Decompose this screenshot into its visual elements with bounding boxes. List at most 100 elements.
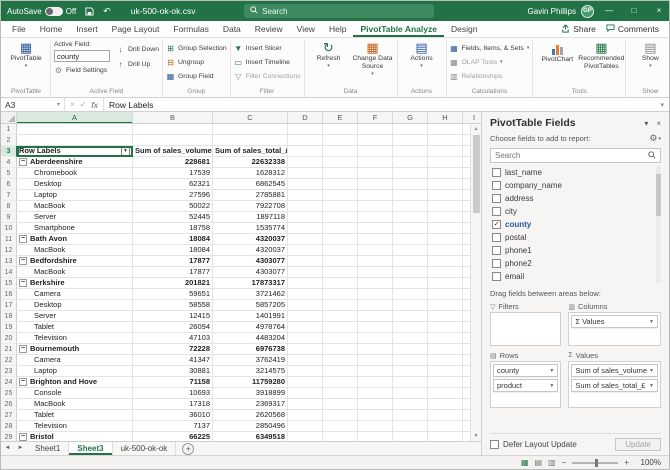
cell-g17[interactable] [393, 300, 428, 311]
cell-e13[interactable] [323, 256, 358, 267]
cell-h7[interactable] [428, 190, 463, 201]
cell-e21[interactable] [323, 344, 358, 355]
cell-f8[interactable] [358, 201, 393, 212]
cell-a4[interactable]: −Aberdeenshire [17, 157, 133, 168]
field-checkbox-city[interactable] [492, 207, 501, 216]
close-button[interactable]: × [649, 1, 669, 21]
cell-h8[interactable] [428, 201, 463, 212]
cell-g5[interactable] [393, 168, 428, 179]
cell-h6[interactable] [428, 179, 463, 190]
cell-f17[interactable] [358, 300, 393, 311]
field-checkbox-last-name[interactable] [492, 168, 501, 177]
ribbon-tab-home[interactable]: Home [33, 21, 70, 37]
cell-b17[interactable]: 58558 [133, 300, 213, 311]
row-labels-filter-icon[interactable]: ▼ [121, 147, 130, 156]
cell-a6[interactable]: Desktop [17, 179, 133, 190]
cell-h20[interactable] [428, 333, 463, 344]
change-data-source-button[interactable]: ▦ Change Data Source ▾ [352, 40, 394, 77]
cell-c4[interactable]: 22632338 [213, 157, 288, 168]
column-header-c[interactable]: C [213, 112, 288, 123]
cell-h28[interactable] [428, 421, 463, 432]
row-number-20[interactable]: 20 [1, 333, 17, 344]
column-header-f[interactable]: F [358, 112, 393, 123]
cell-g11[interactable] [393, 234, 428, 245]
column-header-e[interactable]: E [323, 112, 358, 123]
cell-d6[interactable] [288, 179, 323, 190]
cell-e25[interactable] [323, 388, 358, 399]
row-chip-product[interactable]: product▼ [493, 379, 558, 392]
cell-g25[interactable] [393, 388, 428, 399]
cell-f10[interactable] [358, 223, 393, 234]
cell-c15[interactable]: 17873317 [213, 278, 288, 289]
cell-g14[interactable] [393, 267, 428, 278]
cell-e19[interactable] [323, 322, 358, 333]
cell-f21[interactable] [358, 344, 393, 355]
cell-b27[interactable]: 36010 [133, 410, 213, 421]
collapse-icon[interactable]: − [19, 158, 27, 166]
cell-d17[interactable] [288, 300, 323, 311]
cell-d21[interactable] [288, 344, 323, 355]
cell-b3[interactable]: Sum of sales_volume [133, 146, 213, 157]
cell-a3[interactable]: Row Labels▼ [17, 146, 133, 157]
cell-c12[interactable]: 4320037 [213, 245, 288, 256]
row-number-3[interactable]: 3 [1, 146, 17, 157]
cancel-icon[interactable]: × [70, 100, 75, 109]
collapse-icon[interactable]: − [19, 257, 27, 265]
cell-g27[interactable] [393, 410, 428, 421]
cell-b26[interactable]: 17318 [133, 399, 213, 410]
field-item-address[interactable]: address [490, 192, 661, 205]
cell-b21[interactable]: 72228 [133, 344, 213, 355]
cell-g23[interactable] [393, 366, 428, 377]
value-chip-sum-of-sales-total[interactable]: Sum of sales_total_£▼ [571, 379, 658, 392]
name-box[interactable]: A3▾ [1, 98, 65, 111]
cell-f15[interactable] [358, 278, 393, 289]
cell-c5[interactable]: 1628312 [213, 168, 288, 179]
cell-d19[interactable] [288, 322, 323, 333]
row-number-25[interactable]: 25 [1, 388, 17, 399]
cell-a26[interactable]: MacBook [17, 399, 133, 410]
cell-d27[interactable] [288, 410, 323, 421]
cell-a22[interactable]: Camera [17, 355, 133, 366]
scroll-down-icon[interactable]: ▼ [474, 431, 479, 441]
insert-slicer-button[interactable]: ▼Insert Slicer [234, 42, 301, 54]
collapse-icon[interactable]: − [19, 433, 27, 441]
cell-f18[interactable] [358, 311, 393, 322]
row-number-14[interactable]: 14 [1, 267, 17, 278]
row-number-26[interactable]: 26 [1, 399, 17, 410]
cell-e29[interactable] [323, 432, 358, 441]
row-number-24[interactable]: 24 [1, 377, 17, 388]
cell-h14[interactable] [428, 267, 463, 278]
cell-g2[interactable] [393, 135, 428, 146]
page-break-view-icon[interactable]: ▥ [548, 458, 556, 467]
row-number-21[interactable]: 21 [1, 344, 17, 355]
fields-scrollbar-thumb[interactable] [656, 174, 661, 216]
cell-a2[interactable] [17, 135, 133, 146]
cell-d7[interactable] [288, 190, 323, 201]
cell-f11[interactable] [358, 234, 393, 245]
insert-function-icon[interactable]: fx [91, 100, 98, 110]
row-number-5[interactable]: 5 [1, 168, 17, 179]
cell-d15[interactable] [288, 278, 323, 289]
cell-h9[interactable] [428, 212, 463, 223]
comments-button[interactable]: Comments [606, 24, 659, 35]
cell-a12[interactable]: MacBook [17, 245, 133, 256]
cell-c20[interactable]: 4483204 [213, 333, 288, 344]
cell-f4[interactable] [358, 157, 393, 168]
row-number-1[interactable]: 1 [1, 124, 17, 135]
cell-e11[interactable] [323, 234, 358, 245]
row-number-27[interactable]: 27 [1, 410, 17, 421]
cell-b10[interactable]: 18758 [133, 223, 213, 234]
cell-b11[interactable]: 18084 [133, 234, 213, 245]
cell-e16[interactable] [323, 289, 358, 300]
ribbon-tab-help[interactable]: Help [322, 21, 353, 37]
cell-b12[interactable]: 18084 [133, 245, 213, 256]
cell-h24[interactable] [428, 377, 463, 388]
cell-b6[interactable]: 62321 [133, 179, 213, 190]
cell-e2[interactable] [323, 135, 358, 146]
save-icon[interactable] [85, 7, 94, 16]
cell-d3[interactable] [288, 146, 323, 157]
cell-f5[interactable] [358, 168, 393, 179]
olap-tools-button[interactable]: ▦OLAP Tools▾ [450, 56, 530, 68]
cell-h26[interactable] [428, 399, 463, 410]
cell-g28[interactable] [393, 421, 428, 432]
